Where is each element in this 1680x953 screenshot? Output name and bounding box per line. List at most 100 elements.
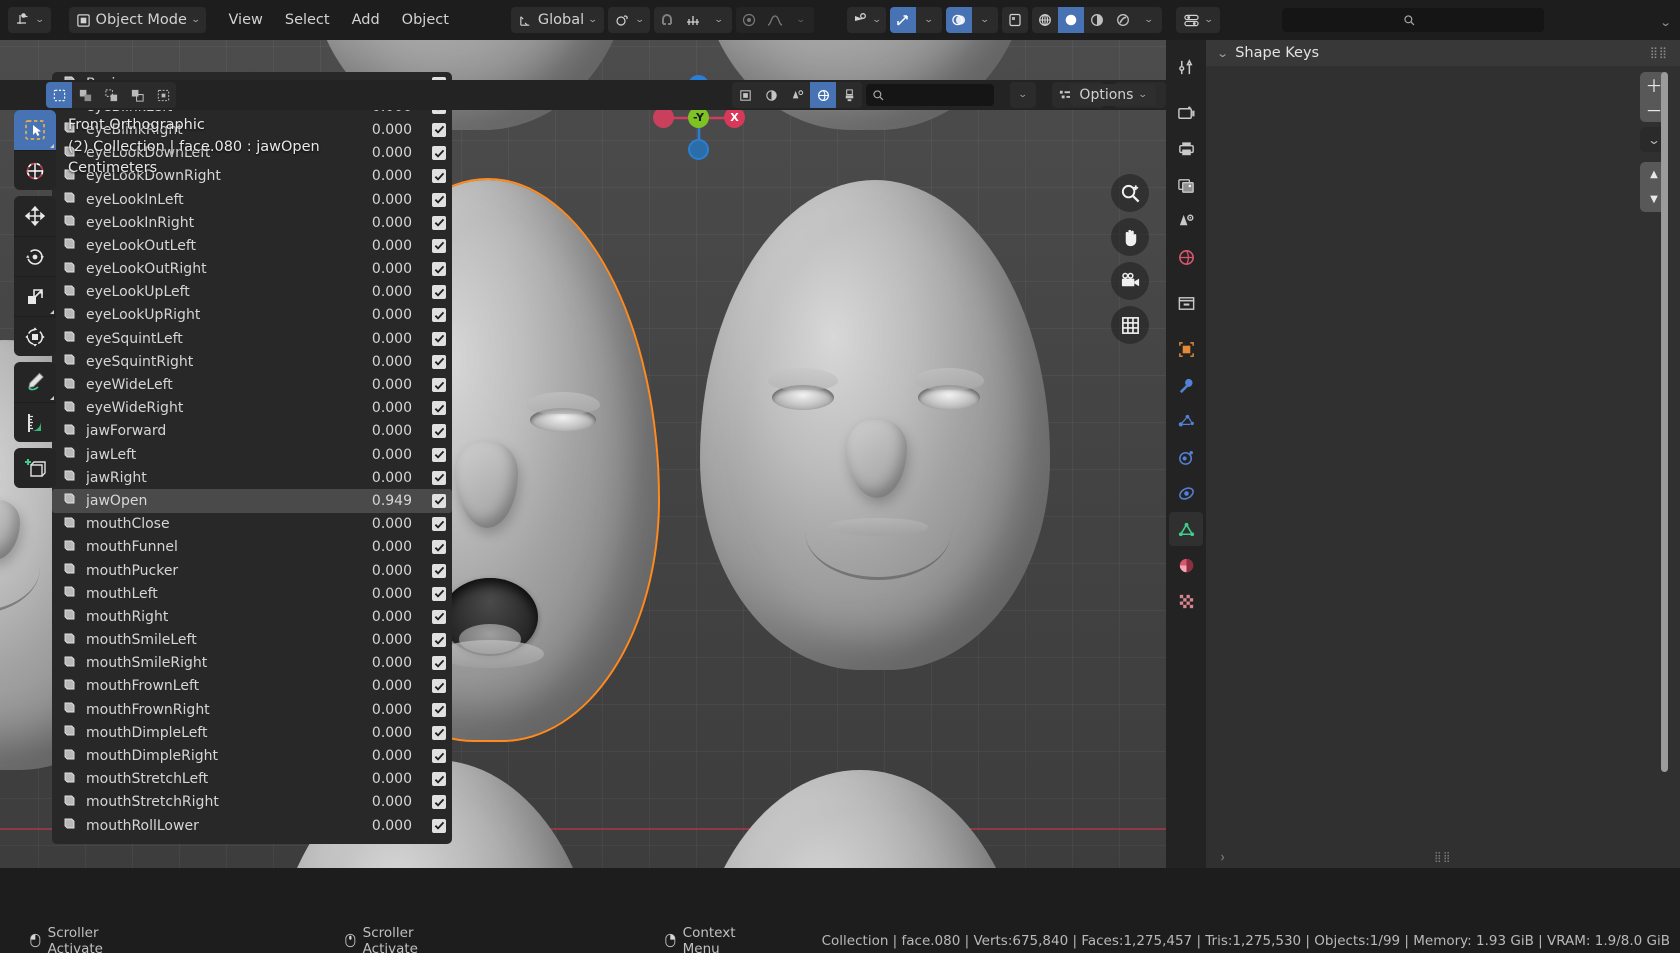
gizmo-axis-x[interactable]: X bbox=[724, 107, 745, 128]
xray-icon[interactable] bbox=[1002, 7, 1028, 33]
mute-checkbox[interactable] bbox=[432, 633, 446, 648]
panel-resize-grip[interactable]: ⣿⣿ bbox=[1434, 852, 1452, 863]
world-icon[interactable] bbox=[810, 82, 836, 108]
tweak-select-icon[interactable] bbox=[46, 82, 72, 108]
overlays-chevron-icon[interactable]: ⌄ bbox=[972, 7, 998, 33]
shape-key-row[interactable]: eyeWideRight 0.000 bbox=[52, 397, 452, 420]
brush-icon[interactable] bbox=[836, 82, 862, 108]
menu-object[interactable]: Object bbox=[392, 7, 459, 33]
extend-select-icon[interactable] bbox=[150, 82, 176, 108]
mute-checkbox[interactable] bbox=[432, 331, 446, 346]
shading-solid-icon[interactable] bbox=[1058, 7, 1084, 33]
visibility-selector[interactable]: ⌄ bbox=[847, 7, 886, 33]
properties-search-input[interactable] bbox=[1281, 8, 1544, 32]
shape-key-value[interactable]: 0.000 bbox=[350, 609, 412, 625]
panel-grip-icon[interactable]: ⣿⣿ bbox=[1650, 47, 1668, 58]
shape-key-row[interactable]: jawLeft 0.000 bbox=[52, 443, 452, 466]
mute-checkbox[interactable] bbox=[432, 818, 446, 833]
properties-tab-collection[interactable] bbox=[1169, 286, 1203, 320]
viewport-filter-group[interactable] bbox=[732, 82, 862, 108]
mute-checkbox[interactable] bbox=[432, 609, 446, 624]
shape-key-row[interactable]: jawOpen 0.949 bbox=[52, 489, 452, 513]
viewport-toolbar[interactable] bbox=[14, 110, 56, 494]
gizmo-group[interactable]: ⌄ bbox=[890, 7, 942, 33]
properties-tab-object[interactable] bbox=[1169, 332, 1203, 366]
viewport-filter-chevron-icon[interactable]: ⌄ bbox=[1010, 82, 1036, 108]
add-cube-tool-button[interactable] bbox=[14, 448, 56, 488]
box-select-icon[interactable] bbox=[72, 82, 98, 108]
shape-key-row[interactable]: mouthSmileRight 0.000 bbox=[52, 652, 452, 675]
shape-key-value[interactable]: 0.000 bbox=[350, 470, 412, 486]
gizmo-chevron-icon[interactable]: ⌄ bbox=[916, 7, 942, 33]
mute-checkbox[interactable] bbox=[432, 308, 446, 323]
shape-key-value[interactable]: 0.000 bbox=[350, 725, 412, 741]
mute-checkbox[interactable] bbox=[432, 378, 446, 393]
shape-key-value[interactable]: 0.000 bbox=[350, 238, 412, 254]
shape-key-value[interactable]: 0.000 bbox=[350, 794, 412, 810]
mute-checkbox[interactable] bbox=[432, 679, 446, 694]
shape-key-value[interactable]: 0.000 bbox=[350, 447, 412, 463]
select-mode-group[interactable] bbox=[46, 82, 176, 108]
properties-editor-type-selector[interactable]: ⌄ bbox=[1176, 7, 1220, 33]
shape-key-value[interactable]: 0.000 bbox=[350, 516, 412, 532]
properties-tab-tool[interactable] bbox=[1169, 50, 1203, 84]
mute-checkbox[interactable] bbox=[432, 725, 446, 740]
camera-view-icon[interactable] bbox=[1111, 262, 1149, 300]
properties-tab-output[interactable] bbox=[1169, 132, 1203, 166]
properties-tab-texture[interactable] bbox=[1169, 584, 1203, 618]
mute-checkbox[interactable] bbox=[432, 470, 446, 485]
mute-checkbox[interactable] bbox=[432, 540, 446, 555]
shape-key-row[interactable]: eyeWideLeft 0.000 bbox=[52, 373, 452, 396]
mute-checkbox[interactable] bbox=[432, 517, 446, 532]
menu-view[interactable]: View bbox=[218, 7, 272, 33]
cursor-tool-button[interactable] bbox=[14, 150, 56, 190]
menu-select[interactable]: Select bbox=[275, 7, 340, 33]
shape-key-value[interactable]: 0.000 bbox=[350, 586, 412, 602]
object-type-icon[interactable] bbox=[784, 82, 810, 108]
mute-checkbox[interactable] bbox=[432, 285, 446, 300]
mute-checkbox[interactable] bbox=[432, 424, 446, 439]
properties-tab-material[interactable] bbox=[1169, 548, 1203, 582]
shape-key-value[interactable]: 0.000 bbox=[350, 307, 412, 323]
shape-key-value[interactable]: 0.000 bbox=[350, 632, 412, 648]
gizmo-icon[interactable] bbox=[890, 7, 916, 33]
shape-key-value[interactable]: 0.000 bbox=[350, 145, 412, 161]
overlays-group[interactable]: ⌄ bbox=[946, 7, 998, 33]
shape-key-value[interactable]: 0.000 bbox=[350, 748, 412, 764]
viewport-search-input[interactable] bbox=[866, 84, 994, 106]
shape-key-value[interactable]: 0.000 bbox=[350, 261, 412, 277]
mute-checkbox[interactable] bbox=[432, 702, 446, 717]
properties-tab-column[interactable] bbox=[1166, 40, 1206, 868]
panel-expand-arrow-icon[interactable]: ⌄ bbox=[1214, 851, 1227, 863]
properties-tab-view-layer[interactable] bbox=[1169, 168, 1203, 202]
properties-header-chevron-icon[interactable]: ⌄ bbox=[1659, 16, 1671, 29]
mute-checkbox[interactable] bbox=[432, 401, 446, 416]
menu-add[interactable]: Add bbox=[342, 7, 390, 33]
gizmo-axis-neg-z[interactable] bbox=[688, 139, 709, 160]
lasso-select-icon[interactable] bbox=[124, 82, 150, 108]
snap-group[interactable]: ⌄ bbox=[654, 7, 733, 33]
measure-tool-button[interactable] bbox=[14, 402, 56, 442]
shape-key-value[interactable]: 0.000 bbox=[350, 563, 412, 579]
shape-key-row[interactable]: eyeSquintRight 0.000 bbox=[52, 350, 452, 373]
magnet-icon[interactable] bbox=[654, 7, 680, 33]
circle-select-icon[interactable] bbox=[98, 82, 124, 108]
shape-key-row[interactable]: eyeSquintLeft 0.000 bbox=[52, 327, 452, 350]
snap-increment-icon[interactable] bbox=[680, 7, 706, 33]
viewport-nav-controls[interactable] bbox=[1111, 174, 1149, 344]
falloff-curve-icon[interactable] bbox=[762, 7, 788, 33]
shape-key-row[interactable]: jawForward 0.000 bbox=[52, 420, 452, 443]
shape-key-row[interactable]: mouthLeft 0.000 bbox=[52, 582, 452, 605]
transform-tool-button[interactable] bbox=[14, 316, 56, 356]
mute-checkbox[interactable] bbox=[432, 146, 446, 161]
shape-key-row[interactable]: eyeLookUpRight 0.000 bbox=[52, 304, 452, 327]
shape-key-value[interactable]: 0.000 bbox=[350, 423, 412, 439]
shape-key-value[interactable]: 0.000 bbox=[350, 702, 412, 718]
proportional-editing-icon[interactable] bbox=[736, 7, 762, 33]
shape-key-value[interactable]: 0.000 bbox=[350, 215, 412, 231]
restrict-select-icon[interactable] bbox=[732, 82, 758, 108]
mode-selector[interactable]: Object Mode ⌄ bbox=[68, 7, 207, 33]
mute-checkbox[interactable] bbox=[432, 238, 446, 253]
properties-tab-modifier[interactable] bbox=[1169, 368, 1203, 402]
pivot-point-selector[interactable]: ⌄ bbox=[607, 7, 651, 33]
